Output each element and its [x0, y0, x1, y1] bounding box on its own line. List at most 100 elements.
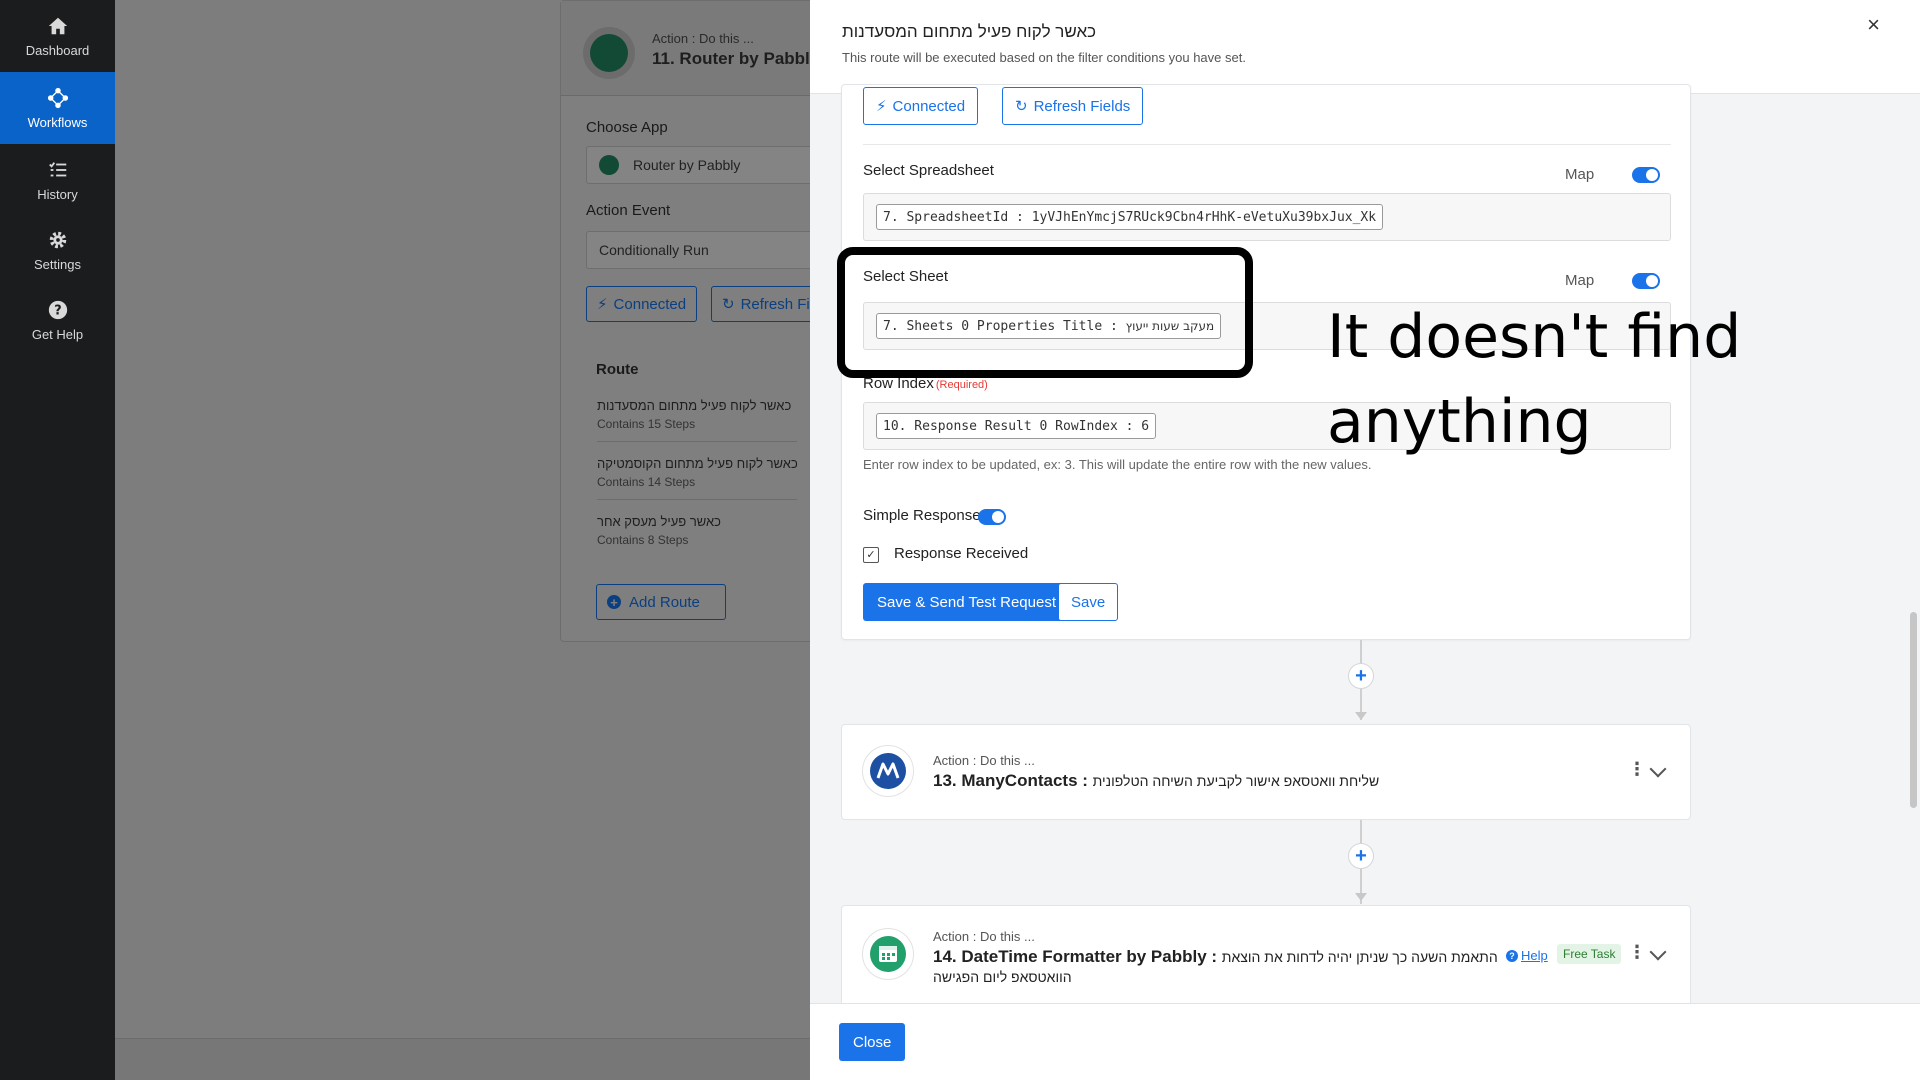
row-index-chip[interactable]: 10. Response Result 0 RowIndex : 6: [876, 413, 1157, 439]
step-title: 11. Router by Pabbly: [652, 49, 820, 68]
route-panel: כאשר לקוח פעיל מתחום המסעדנות This route…: [810, 0, 1920, 1080]
help-label: Help: [1521, 948, 1548, 963]
router-step-card: Action : Do this ... 11. Router by Pabbl…: [560, 0, 826, 642]
response-received-label: Response Received: [894, 545, 1029, 562]
simple-response-toggle[interactable]: [978, 509, 1006, 525]
chevron-down-icon[interactable]: [1649, 943, 1667, 961]
add-route-label: Add Route: [629, 593, 700, 611]
nav-history[interactable]: History: [0, 144, 115, 216]
step-title: 14. DateTime Formatter by Pabbly : התאמת…: [933, 947, 1498, 967]
scrollbar[interactable]: [1910, 612, 1917, 808]
gear-icon: [49, 231, 66, 248]
more-options-icon[interactable]: ⋮: [1628, 759, 1646, 780]
choose-app-label: Choose App: [586, 119, 668, 136]
connected-button[interactable]: ⚡ Connected: [586, 286, 698, 322]
step-action-tag: Action : Do this ...: [652, 31, 754, 46]
nav-settings[interactable]: Settings: [0, 214, 115, 286]
route-steps: Contains 8 Steps: [597, 533, 689, 547]
help-link[interactable]: ? Help: [1506, 948, 1548, 963]
refresh-fields-button[interactable]: ↻ Refresh Fields: [1002, 87, 1144, 125]
route-item[interactable]: כאשר לקוח פעיל מתחום הקוסמטיקה Contains …: [597, 456, 807, 489]
choose-app-field[interactable]: Router by Pabbly: [586, 146, 826, 184]
connector-arrow: [1355, 712, 1367, 720]
spreadsheet-chip[interactable]: 7. SpreadsheetId : 1yVJhEnYmcjS7RUck9Cbn…: [876, 204, 1384, 230]
map-label: Map: [1565, 272, 1595, 289]
row-index-help: Enter row index to be updated, ex: 3. Th…: [863, 457, 1372, 472]
action-event-label: Action Event: [586, 202, 671, 219]
router-logo-icon: [583, 27, 635, 79]
required-marker: (Required): [935, 379, 988, 391]
simple-response-label: Simple Response: [863, 507, 981, 524]
save-send-test-button[interactable]: Save & Send Test Request: [863, 583, 1071, 621]
annotation-highlight-box: [837, 247, 1253, 378]
nav-label: Get Help: [31, 326, 84, 342]
plus-circle-icon: +: [607, 595, 621, 610]
step-title: 13. ManyContacts : שליחת וואטסאפ אישור ל…: [933, 771, 1379, 791]
action-event-value: Conditionally Run: [599, 242, 709, 258]
divider: [863, 144, 1671, 145]
save-button[interactable]: Save: [1058, 583, 1119, 621]
nav-dashboard[interactable]: Dashboard: [0, 0, 115, 72]
route-steps: Contains 15 Steps: [597, 417, 696, 431]
plug-icon: ⚡: [597, 296, 608, 313]
route-item[interactable]: כאשר פעיל מעסק אחר Contains 8 Steps: [597, 514, 807, 547]
response-received-checkbox[interactable]: ✓: [863, 547, 879, 563]
calendar-logo-icon: [862, 928, 914, 980]
question-icon: ?: [48, 300, 67, 319]
route-item[interactable]: כאשר לקוח פעיל מתחום המסעדנות Contains 1…: [597, 398, 807, 431]
plug-icon: ⚡: [876, 98, 887, 115]
refresh-label: Refresh Fields: [740, 295, 820, 313]
route-divider: [597, 441, 797, 442]
map-label: Map: [1565, 166, 1595, 183]
connected-label: Connected: [892, 97, 966, 115]
connected-label: Connected: [613, 295, 687, 313]
add-step-button[interactable]: +: [1348, 843, 1374, 869]
nav-workflows[interactable]: Workflows: [0, 72, 115, 144]
workflow-icon: [47, 87, 68, 108]
close-icon[interactable]: ×: [1867, 12, 1880, 38]
svg-text:?: ?: [54, 303, 61, 318]
close-button[interactable]: Close: [839, 1023, 906, 1061]
step-title-text: 13. ManyContacts :: [933, 771, 1093, 790]
route-steps: Contains 14 Steps: [597, 475, 696, 489]
more-options-icon[interactable]: ⋮: [1628, 942, 1646, 963]
step-title-text: 14. DateTime Formatter by Pabbly :: [933, 947, 1222, 966]
router-logo-icon: [599, 155, 619, 175]
add-route-button[interactable]: + Add Route: [596, 584, 726, 620]
list-icon: [48, 161, 66, 176]
map-toggle[interactable]: [1632, 167, 1660, 183]
route-name: כאשר לקוח פעיל מתחום הקוסמטיקה: [597, 456, 798, 471]
spreadsheet-field[interactable]: 7. SpreadsheetId : 1yVJhEnYmcjS7RUck9Cbn…: [863, 193, 1671, 241]
route-name: כאשר פעיל מעסק אחר: [597, 514, 721, 529]
step-action-tag: Action : Do this ...: [933, 929, 1035, 944]
connected-button[interactable]: ⚡ Connected: [863, 87, 979, 125]
refresh-label: Refresh Fields: [1033, 97, 1131, 115]
left-nav: Dashboard Workflows History Settings ? G…: [0, 0, 115, 1080]
add-step-button[interactable]: +: [1348, 663, 1374, 689]
route-divider: [597, 499, 797, 500]
step-card-datetime-formatter[interactable]: Action : Do this ... 14. DateTime Format…: [841, 905, 1691, 1015]
panel-footer: Close: [810, 1003, 1920, 1080]
annotation-text: It doesn't find anything: [1327, 302, 1742, 457]
step-card-manycontacts[interactable]: Action : Do this ... 13. ManyContacts : …: [841, 724, 1691, 820]
step-description-cont: הוואטסאפ ליום הפגישה: [933, 969, 1072, 985]
step-description: התאמת השעה כך שניתן יהיה לדחות את הוצאת: [1221, 949, 1498, 965]
refresh-icon: ↻: [722, 296, 735, 313]
step-description: שליחת וואטסאפ אישור לקביעת השיחה הטלפוני…: [1092, 773, 1380, 789]
action-event-field[interactable]: Conditionally Run: [586, 231, 826, 269]
panel-subtitle: This route will be executed based on the…: [842, 50, 1246, 65]
nav-get-help[interactable]: ? Get Help: [0, 284, 115, 356]
nav-label: Settings: [34, 256, 81, 272]
panel-title: כאשר לקוח פעיל מתחום המסעדנות: [842, 22, 1097, 41]
choose-app-value: Router by Pabbly: [633, 157, 741, 173]
chevron-down-icon[interactable]: [1649, 760, 1667, 778]
nav-label: Workflows: [27, 114, 88, 130]
question-icon: ?: [1506, 949, 1518, 962]
nav-label: Dashboard: [25, 42, 90, 58]
map-toggle[interactable]: [1632, 273, 1660, 289]
refresh-fields-button[interactable]: ↻ Refresh Fields: [711, 286, 821, 322]
refresh-icon: ↻: [1015, 98, 1028, 115]
route-heading: Route: [596, 361, 639, 378]
background-footer: [115, 1038, 815, 1080]
manycontacts-logo-icon: [862, 745, 914, 797]
